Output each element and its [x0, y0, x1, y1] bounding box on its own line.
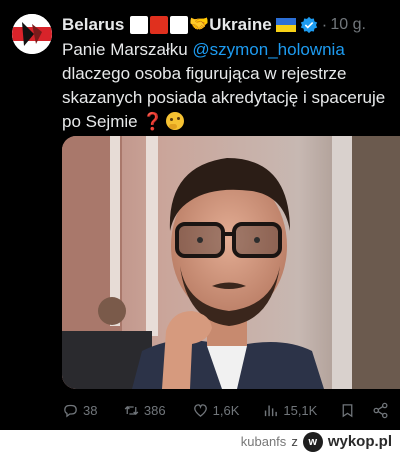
like-icon: [193, 403, 207, 417]
tweet-text: Panie Marszałku @szymon_holownia dlaczeg…: [62, 38, 392, 134]
reply-button[interactable]: 38: [62, 402, 123, 419]
flag-icon: [150, 16, 169, 34]
avatar[interactable]: [12, 14, 52, 54]
flag-icon: [130, 16, 149, 34]
thinking-face-icon: [165, 112, 184, 130]
tweet-text-body: dlaczego osoba figurująca w rejestrze sk…: [62, 64, 386, 131]
footer-connector: z: [291, 434, 298, 449]
verified-badge-icon: [300, 16, 317, 34]
tweet-header: Belarus 🤝 Ukraine · 10 g.: [62, 13, 394, 37]
like-count: 1,6K: [212, 402, 240, 418]
wykop-logo-icon: w: [302, 431, 323, 452]
views-count: 15,1K: [283, 402, 318, 418]
tweet-photo[interactable]: [62, 136, 400, 389]
bookmark-icon: [342, 403, 353, 417]
repost-count: 386: [143, 402, 166, 418]
wykop-footer: kubanfs z w wykop.pl: [0, 430, 400, 453]
reply-icon: [64, 404, 77, 417]
author-name-suffix: Ukraine: [209, 15, 272, 34]
flag-icon: [275, 18, 296, 32]
tweet-card[interactable]: Belarus 🤝 Ukraine · 10 g. Panie Marszałk…: [0, 0, 400, 430]
mention-link[interactable]: @szymon_holownia: [192, 40, 344, 59]
timestamp[interactable]: 10 g.: [330, 16, 366, 34]
share-icon: [373, 402, 388, 418]
question-icon: ❓: [142, 112, 164, 131]
handshake-icon: 🤝: [189, 16, 210, 33]
action-bar: 38 386 1,6K 15,1K: [62, 398, 392, 422]
tweet-text-start: Panie Marszałku: [62, 40, 193, 59]
views-button[interactable]: 15,1K: [262, 402, 339, 419]
wykop-logo-text[interactable]: wykop.pl: [328, 433, 392, 450]
reply-count: 38: [83, 402, 98, 418]
flag-icon: [170, 16, 189, 34]
share-button[interactable]: [372, 402, 392, 419]
time-separator: ·: [321, 15, 328, 34]
repost-button[interactable]: 386: [123, 402, 192, 419]
bookmark-button[interactable]: [339, 402, 372, 419]
author-name[interactable]: Belarus: [62, 15, 124, 35]
like-button[interactable]: 1,6K: [192, 402, 263, 419]
views-icon: [265, 405, 278, 416]
uploader-username[interactable]: kubanfs: [241, 434, 287, 449]
repost-icon: [124, 405, 139, 415]
